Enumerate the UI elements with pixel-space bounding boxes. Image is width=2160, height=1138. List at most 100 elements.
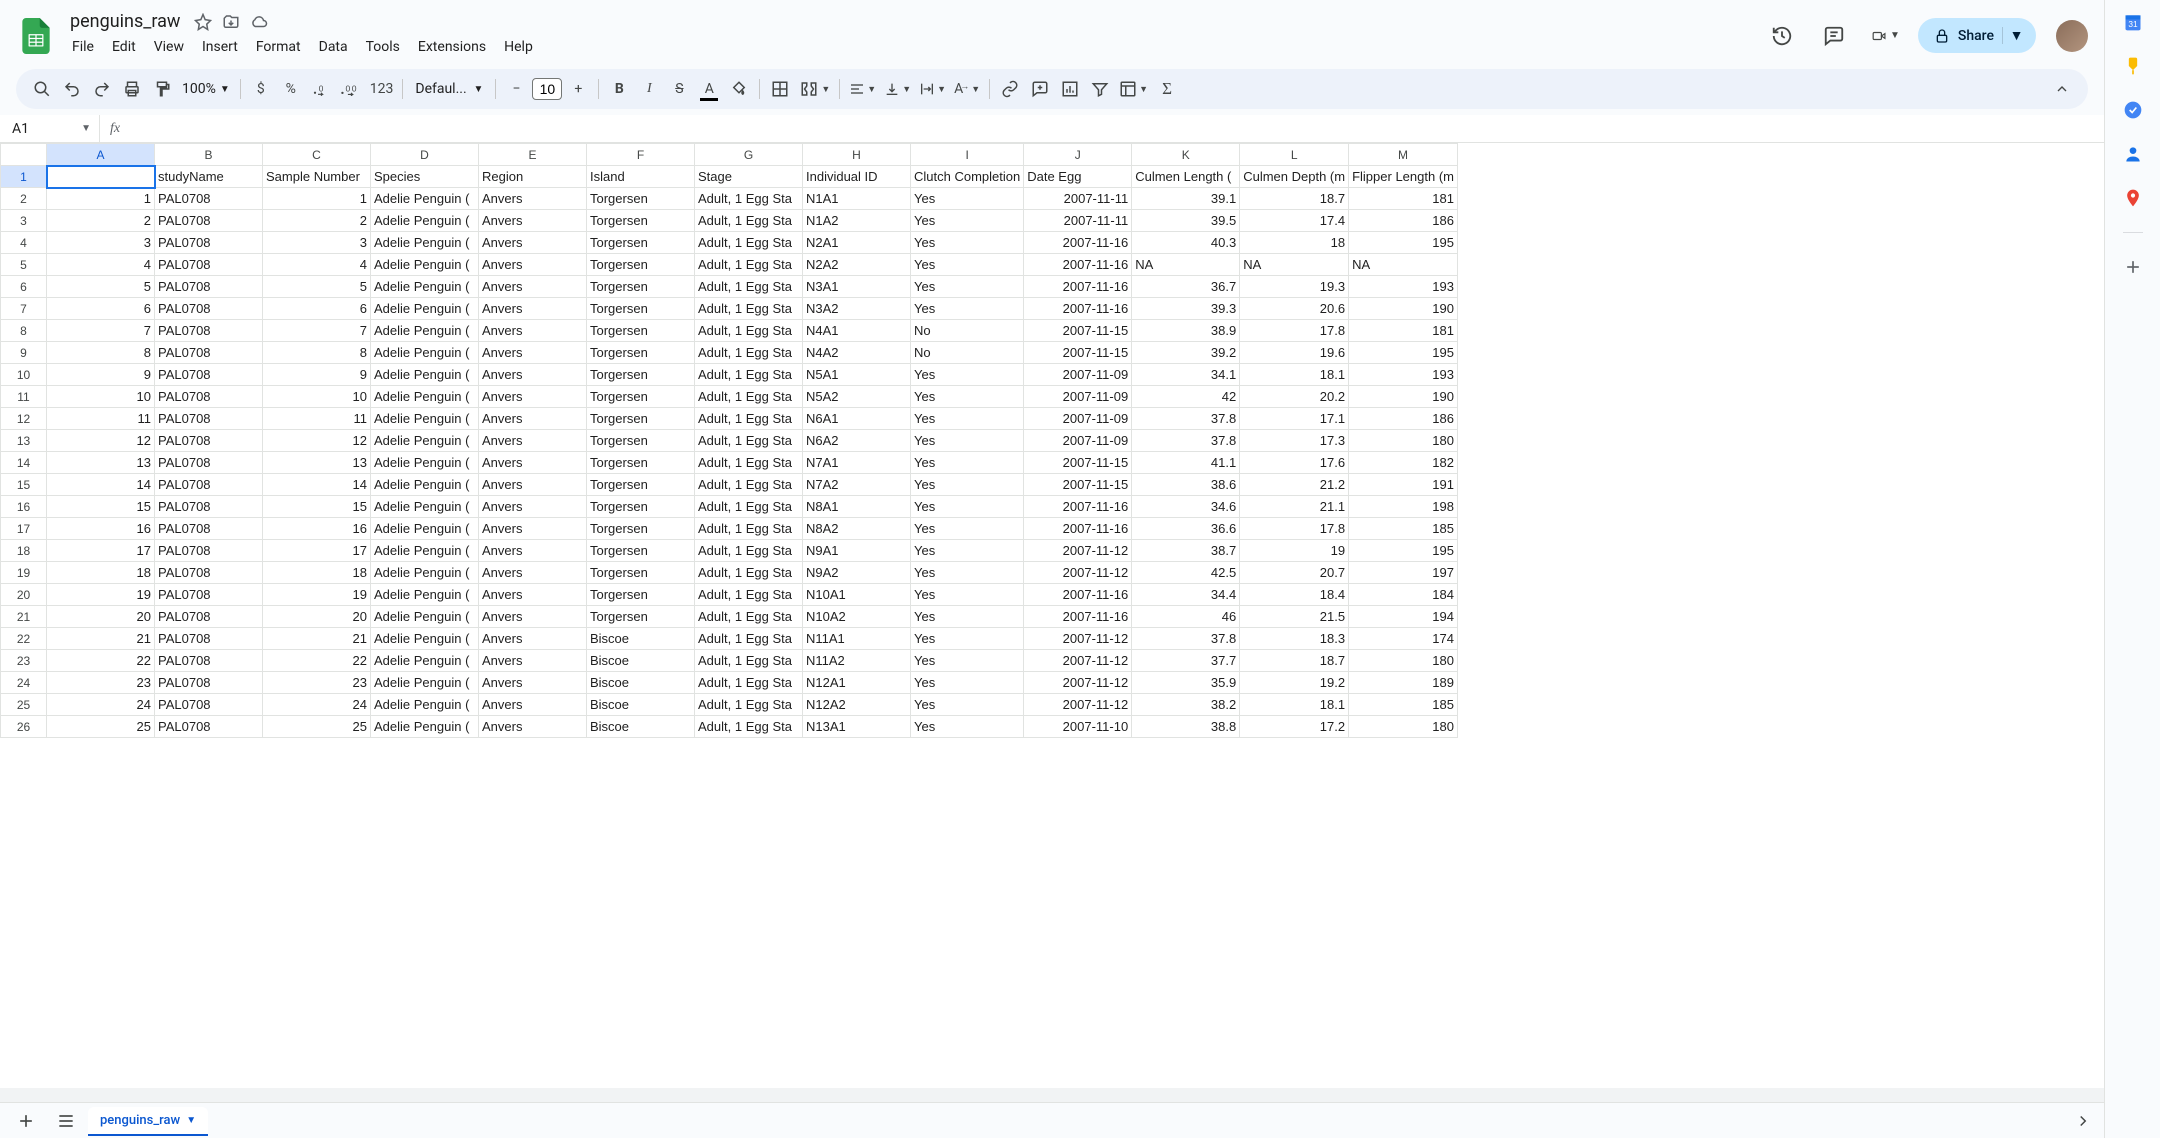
zoom-select[interactable]: 100%▼ <box>178 81 234 97</box>
cell[interactable]: Individual ID <box>803 166 911 188</box>
cell[interactable]: 18.7 <box>1240 650 1349 672</box>
cell[interactable]: Adelie Penguin ( <box>371 276 479 298</box>
cell[interactable]: Adelie Penguin ( <box>371 254 479 276</box>
cell[interactable]: 6 <box>263 298 371 320</box>
cell[interactable]: Adelie Penguin ( <box>371 716 479 738</box>
cell[interactable]: 180 <box>1349 430 1458 452</box>
cell[interactable]: N5A2 <box>803 386 911 408</box>
cell[interactable]: 37.8 <box>1132 408 1240 430</box>
cell[interactable]: 38.9 <box>1132 320 1240 342</box>
cell[interactable]: 7 <box>47 320 155 342</box>
cell[interactable]: 36.7 <box>1132 276 1240 298</box>
cell[interactable]: 191 <box>1349 474 1458 496</box>
cell[interactable]: PAL0708 <box>155 694 263 716</box>
cell[interactable]: Adult, 1 Egg Sta <box>695 210 803 232</box>
cell[interactable]: Flipper Length (m <box>1349 166 1458 188</box>
cell[interactable]: 18.3 <box>1240 628 1349 650</box>
cell[interactable]: Culmen Length ( <box>1132 166 1240 188</box>
cell[interactable]: 23 <box>263 672 371 694</box>
cell[interactable]: Island <box>587 166 695 188</box>
filter-views-button[interactable]: ▼ <box>1116 74 1151 104</box>
cell[interactable]: 8 <box>263 342 371 364</box>
cell[interactable]: Adelie Penguin ( <box>371 606 479 628</box>
currency-button[interactable]: $ <box>247 74 275 104</box>
cell[interactable]: PAL0708 <box>155 430 263 452</box>
cell[interactable]: Adult, 1 Egg Sta <box>695 342 803 364</box>
cell[interactable]: 2007-11-09 <box>1024 408 1132 430</box>
cell[interactable]: 17 <box>263 540 371 562</box>
cell[interactable]: PAL0708 <box>155 606 263 628</box>
cell[interactable]: Biscoe <box>587 628 695 650</box>
row-header[interactable]: 3 <box>1 210 47 232</box>
cell[interactable]: N11A1 <box>803 628 911 650</box>
cell[interactable]: 17.2 <box>1240 716 1349 738</box>
cell[interactable]: 2007-11-12 <box>1024 628 1132 650</box>
cell[interactable]: 9 <box>263 364 371 386</box>
row-header[interactable]: 25 <box>1 694 47 716</box>
share-button[interactable]: Share ▼ <box>1918 18 2036 53</box>
cell[interactable]: 6 <box>47 298 155 320</box>
cell[interactable]: 7 <box>263 320 371 342</box>
col-header-F[interactable]: F <box>587 144 695 166</box>
cell[interactable]: Adult, 1 Egg Sta <box>695 320 803 342</box>
cell[interactable]: 2007-11-10 <box>1024 716 1132 738</box>
cell[interactable]: Anvers <box>479 540 587 562</box>
cell[interactable]: Torgersen <box>587 430 695 452</box>
all-sheets-button[interactable] <box>48 1107 84 1135</box>
row-header[interactable]: 11 <box>1 386 47 408</box>
cell[interactable]: Adelie Penguin ( <box>371 628 479 650</box>
cell[interactable]: Anvers <box>479 562 587 584</box>
cell[interactable]: 193 <box>1349 276 1458 298</box>
keep-icon[interactable] <box>2123 56 2143 76</box>
col-header-I[interactable]: I <box>911 144 1024 166</box>
cell[interactable]: Adelie Penguin ( <box>371 474 479 496</box>
cell[interactable]: Adult, 1 Egg Sta <box>695 386 803 408</box>
cell[interactable]: 11 <box>47 408 155 430</box>
row-header[interactable]: 17 <box>1 518 47 540</box>
cell[interactable]: 19.6 <box>1240 342 1349 364</box>
cell[interactable]: Anvers <box>479 430 587 452</box>
cell[interactable]: 18 <box>1240 232 1349 254</box>
doc-title[interactable]: penguins_raw <box>64 10 186 33</box>
cell[interactable]: Adult, 1 Egg Sta <box>695 496 803 518</box>
cell[interactable]: Adult, 1 Egg Sta <box>695 298 803 320</box>
cell[interactable]: 2007-11-16 <box>1024 276 1132 298</box>
cell[interactable]: Anvers <box>479 672 587 694</box>
cell[interactable]: Adelie Penguin ( <box>371 342 479 364</box>
redo-icon[interactable] <box>88 74 116 104</box>
cell[interactable]: 17.8 <box>1240 518 1349 540</box>
cell[interactable]: N11A2 <box>803 650 911 672</box>
cell[interactable]: Yes <box>911 408 1024 430</box>
cell[interactable]: 19.3 <box>1240 276 1349 298</box>
cell[interactable]: Torgersen <box>587 320 695 342</box>
cell[interactable]: Torgersen <box>587 342 695 364</box>
cell[interactable]: Anvers <box>479 320 587 342</box>
cell[interactable]: 19 <box>1240 540 1349 562</box>
col-header-B[interactable]: B <box>155 144 263 166</box>
row-header[interactable]: 5 <box>1 254 47 276</box>
cell[interactable]: 19 <box>263 584 371 606</box>
cell[interactable]: Culmen Depth (m <box>1240 166 1349 188</box>
cell[interactable]: 39.1 <box>1132 188 1240 210</box>
cell[interactable]: N2A1 <box>803 232 911 254</box>
cell[interactable]: Yes <box>911 628 1024 650</box>
cell[interactable]: PAL0708 <box>155 562 263 584</box>
cell[interactable]: 2007-11-16 <box>1024 254 1132 276</box>
cell[interactable]: 13 <box>47 452 155 474</box>
cell[interactable]: 18.7 <box>1240 188 1349 210</box>
cell[interactable]: Yes <box>911 716 1024 738</box>
cell[interactable]: 185 <box>1349 694 1458 716</box>
history-icon[interactable] <box>1762 16 1802 56</box>
cell[interactable]: N12A1 <box>803 672 911 694</box>
cell[interactable]: NA <box>1349 254 1458 276</box>
cell[interactable]: 184 <box>1349 584 1458 606</box>
increase-font-size-button[interactable]: + <box>564 74 592 104</box>
cell[interactable]: 13 <box>263 452 371 474</box>
cell[interactable]: 17.1 <box>1240 408 1349 430</box>
bold-button[interactable]: B <box>605 74 633 104</box>
cell[interactable]: 2007-11-15 <box>1024 452 1132 474</box>
cell[interactable]: 16 <box>47 518 155 540</box>
cell[interactable]: Yes <box>911 430 1024 452</box>
cell[interactable]: Adult, 1 Egg Sta <box>695 254 803 276</box>
cell[interactable]: Adelie Penguin ( <box>371 232 479 254</box>
